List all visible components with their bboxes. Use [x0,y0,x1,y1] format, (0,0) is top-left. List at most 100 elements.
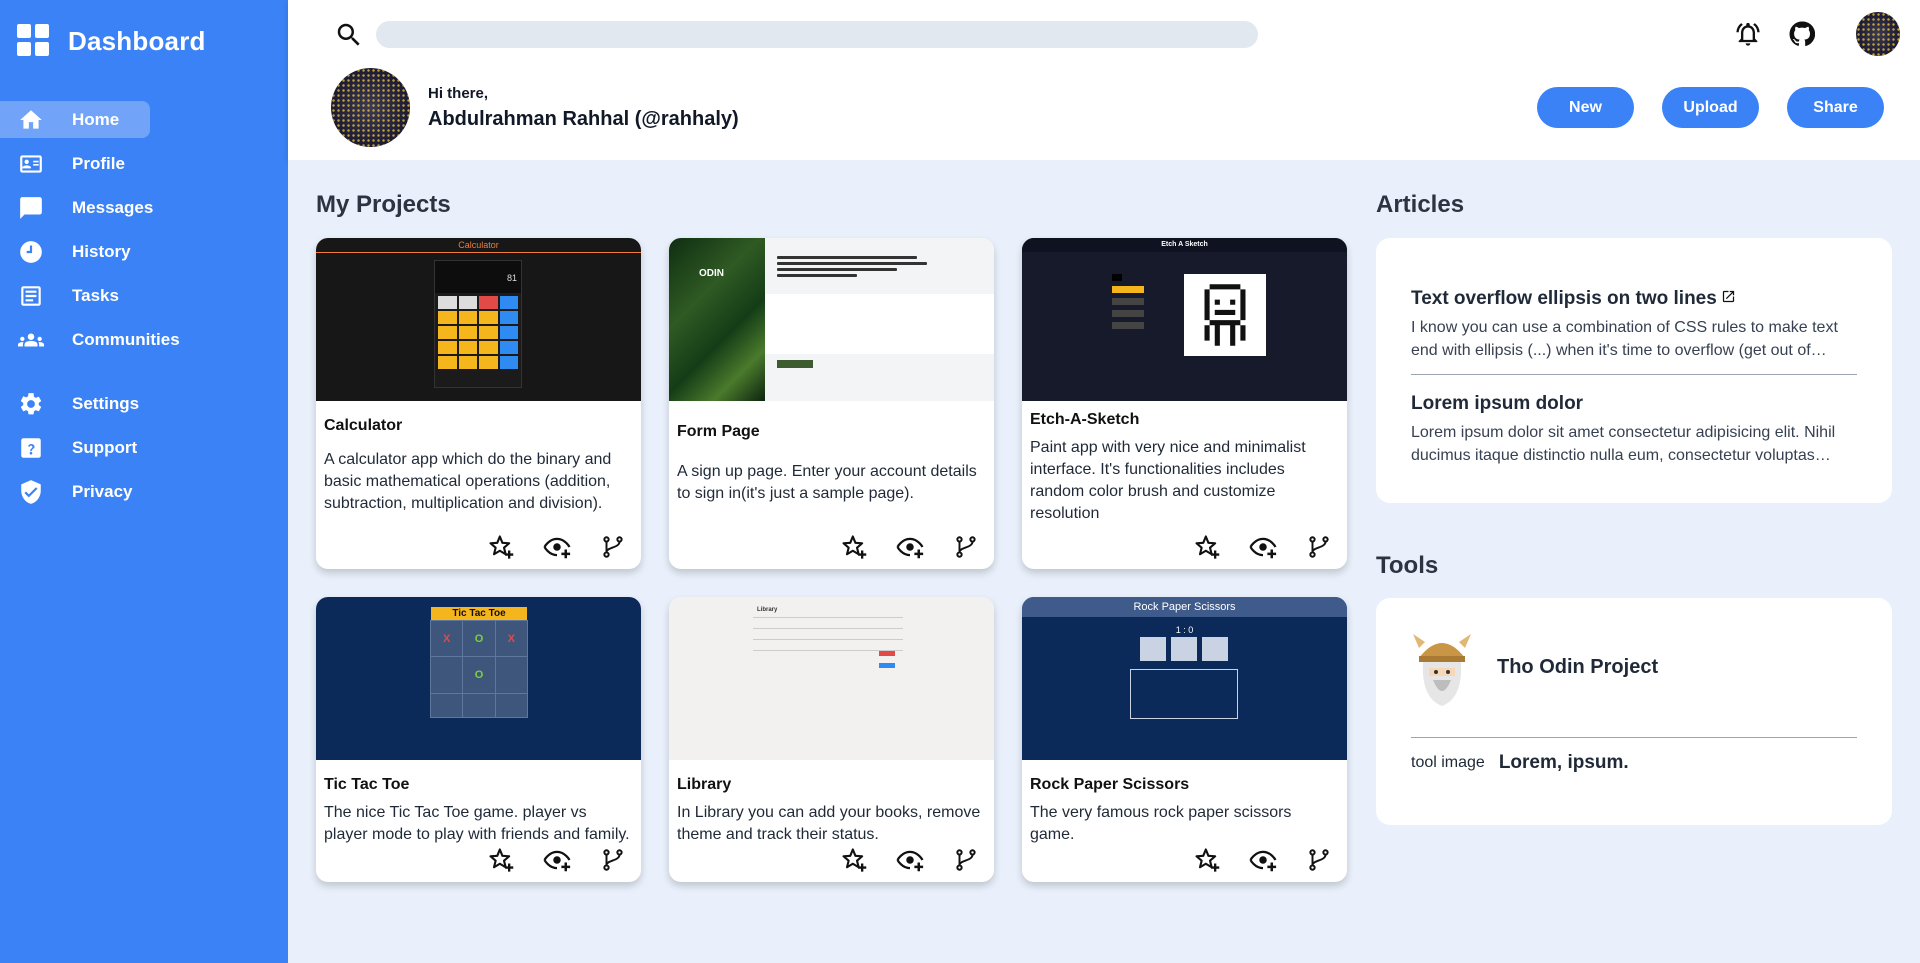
clock-icon [18,239,44,265]
watch-icon[interactable] [894,844,926,876]
sidebar-item-privacy[interactable]: Privacy [0,473,288,510]
search-icon[interactable] [334,20,364,50]
sidebar-item-history[interactable]: History [0,233,288,270]
article-item[interactable]: Text overflow ellipsis on two lines I kn… [1411,288,1857,374]
header-actions: New Upload Share [1537,87,1884,128]
watch-icon[interactable] [894,531,926,563]
top-header: Hi there, Abdulrahman Rahhal (@rahhaly) … [288,0,1920,160]
watch-icon[interactable] [1247,531,1279,563]
project-card-calculator[interactable]: Calculator 81 Calculator A calculator ap… [316,238,641,569]
article-title[interactable]: Text overflow ellipsis on two lines [1411,288,1857,310]
article-item[interactable]: Lorem ipsum dolor Lorem ipsum dolor sit … [1411,374,1857,479]
sidebar-item-settings[interactable]: Settings [0,385,288,422]
project-title: Form Page [677,423,760,440]
project-thumbnail[interactable]: Rock Paper Scissors 1 : 0 [1022,597,1347,760]
star-add-icon[interactable] [1191,844,1223,876]
sidebar-item-home[interactable]: Home [0,101,288,138]
article-title-text: Text overflow ellipsis on two lines [1411,288,1717,309]
sidebar-nav: Home Profile Messages History Tasks Comm… [0,101,288,510]
project-description: A sign up page. Enter your account detai… [677,463,977,502]
bell-icon[interactable] [1732,18,1764,50]
tool-item[interactable]: Tho Odin Project [1411,598,1857,738]
project-title: Rock Paper Scissors [1030,776,1190,793]
projects-grid: Calculator 81 Calculator A calculator ap… [316,238,1347,882]
search-input[interactable] [376,21,1258,48]
sidebar-item-label: Communities [72,329,180,349]
project-card-etch-a-sketch[interactable]: Etch A Sketch Etch-A-Sketch Paint app wi… [1022,238,1347,569]
message-icon [18,195,44,221]
nav-divider [0,365,288,385]
thumbnail-caption: ODIN [699,268,724,279]
star-add-icon[interactable] [838,531,870,563]
project-thumbnail[interactable]: ODIN [669,238,994,401]
project-actions [485,844,629,876]
star-add-icon[interactable] [1191,531,1223,563]
project-actions [838,844,982,876]
tool-detail: tool image Lorem, ipsum. [1411,752,1857,774]
home-icon [18,107,44,133]
sidebar-item-messages[interactable]: Messages [0,189,288,226]
share-button[interactable]: Share [1787,87,1884,128]
tools-title: Tools [1376,552,1439,579]
brand[interactable]: Dashboard [0,0,288,82]
article-text: Lorem ipsum dolor sit amet consectetur a… [1411,424,1836,464]
project-title: Library [677,776,732,793]
project-actions [1191,844,1335,876]
sidebar: Dashboard Home Profile Messages History … [0,0,288,963]
sidebar-item-communities[interactable]: Communities [0,321,288,358]
gear-icon [18,391,44,417]
shield-icon [18,479,44,505]
articles-panel: Text overflow ellipsis on two lines I kn… [1376,238,1892,503]
project-thumbnail[interactable]: Library [669,597,994,760]
project-actions [1191,531,1335,563]
project-description: In Library you can add your books, remov… [677,804,981,843]
people-icon [18,327,44,353]
project-actions [838,531,982,563]
github-icon[interactable] [1786,18,1818,50]
project-description: Paint app with very nice and minimalist … [1030,439,1306,522]
tool-name: Tho Odin Project [1497,656,1659,678]
project-card-rock-paper-scissors[interactable]: Rock Paper Scissors 1 : 0 Rock Paper Sci… [1022,597,1347,882]
sidebar-item-tasks[interactable]: Tasks [0,277,288,314]
fork-icon[interactable] [597,531,629,563]
star-add-icon[interactable] [485,844,517,876]
tasks-icon [18,283,44,309]
project-thumbnail[interactable]: Etch A Sketch [1022,238,1347,401]
greeting-text: Hi there, [428,85,489,102]
project-card-library[interactable]: Library Library In Library you can add y… [669,597,994,882]
fork-icon[interactable] [950,531,982,563]
fork-icon[interactable] [1303,531,1335,563]
avatar[interactable] [1856,12,1900,56]
watch-icon[interactable] [1247,844,1279,876]
fork-icon[interactable] [597,844,629,876]
sidebar-item-profile[interactable]: Profile [0,145,288,182]
project-card-tic-tac-toe[interactable]: Tic Tac Toe XOX O Tic Tac Toe The nice T… [316,597,641,882]
sidebar-item-label: Settings [72,393,140,413]
article-title[interactable]: Lorem ipsum dolor [1411,393,1857,415]
thumbnail-caption: Tic Tac Toe [431,607,527,621]
sidebar-item-label: Support [72,437,138,457]
upload-button[interactable]: Upload [1662,87,1759,128]
tool-subtitle: Lorem, ipsum. [1498,752,1629,773]
watch-icon[interactable] [541,531,573,563]
star-add-icon[interactable] [485,531,517,563]
article-text: I know you can use a combination of CSS … [1411,319,1838,359]
external-link-icon [1721,288,1736,310]
odin-logo-icon [1411,628,1473,708]
project-thumbnail[interactable]: Calculator 81 [316,238,641,401]
greeting: Hi there, Abdulrahman Rahhal (@rahhaly) [428,85,739,131]
fork-icon[interactable] [1303,844,1335,876]
watch-icon[interactable] [541,844,573,876]
header-icons [1732,12,1900,56]
new-button[interactable]: New [1537,87,1634,128]
tool-image-alt: tool image [1411,754,1485,771]
project-card-form-page[interactable]: ODIN Form Page A sign up page. Enter you… [669,238,994,569]
fork-icon[interactable] [950,844,982,876]
star-add-icon[interactable] [838,844,870,876]
tools-panel: Tho Odin Project tool image Lorem, ipsum… [1376,598,1892,825]
thumbnail-caption: Calculator [458,240,499,250]
sidebar-item-support[interactable]: Support [0,429,288,466]
project-description: The nice Tic Tac Toe game. player vs pla… [324,804,630,843]
thumbnail-caption: Etch A Sketch [1022,238,1347,252]
project-thumbnail[interactable]: Tic Tac Toe XOX O [316,597,641,760]
